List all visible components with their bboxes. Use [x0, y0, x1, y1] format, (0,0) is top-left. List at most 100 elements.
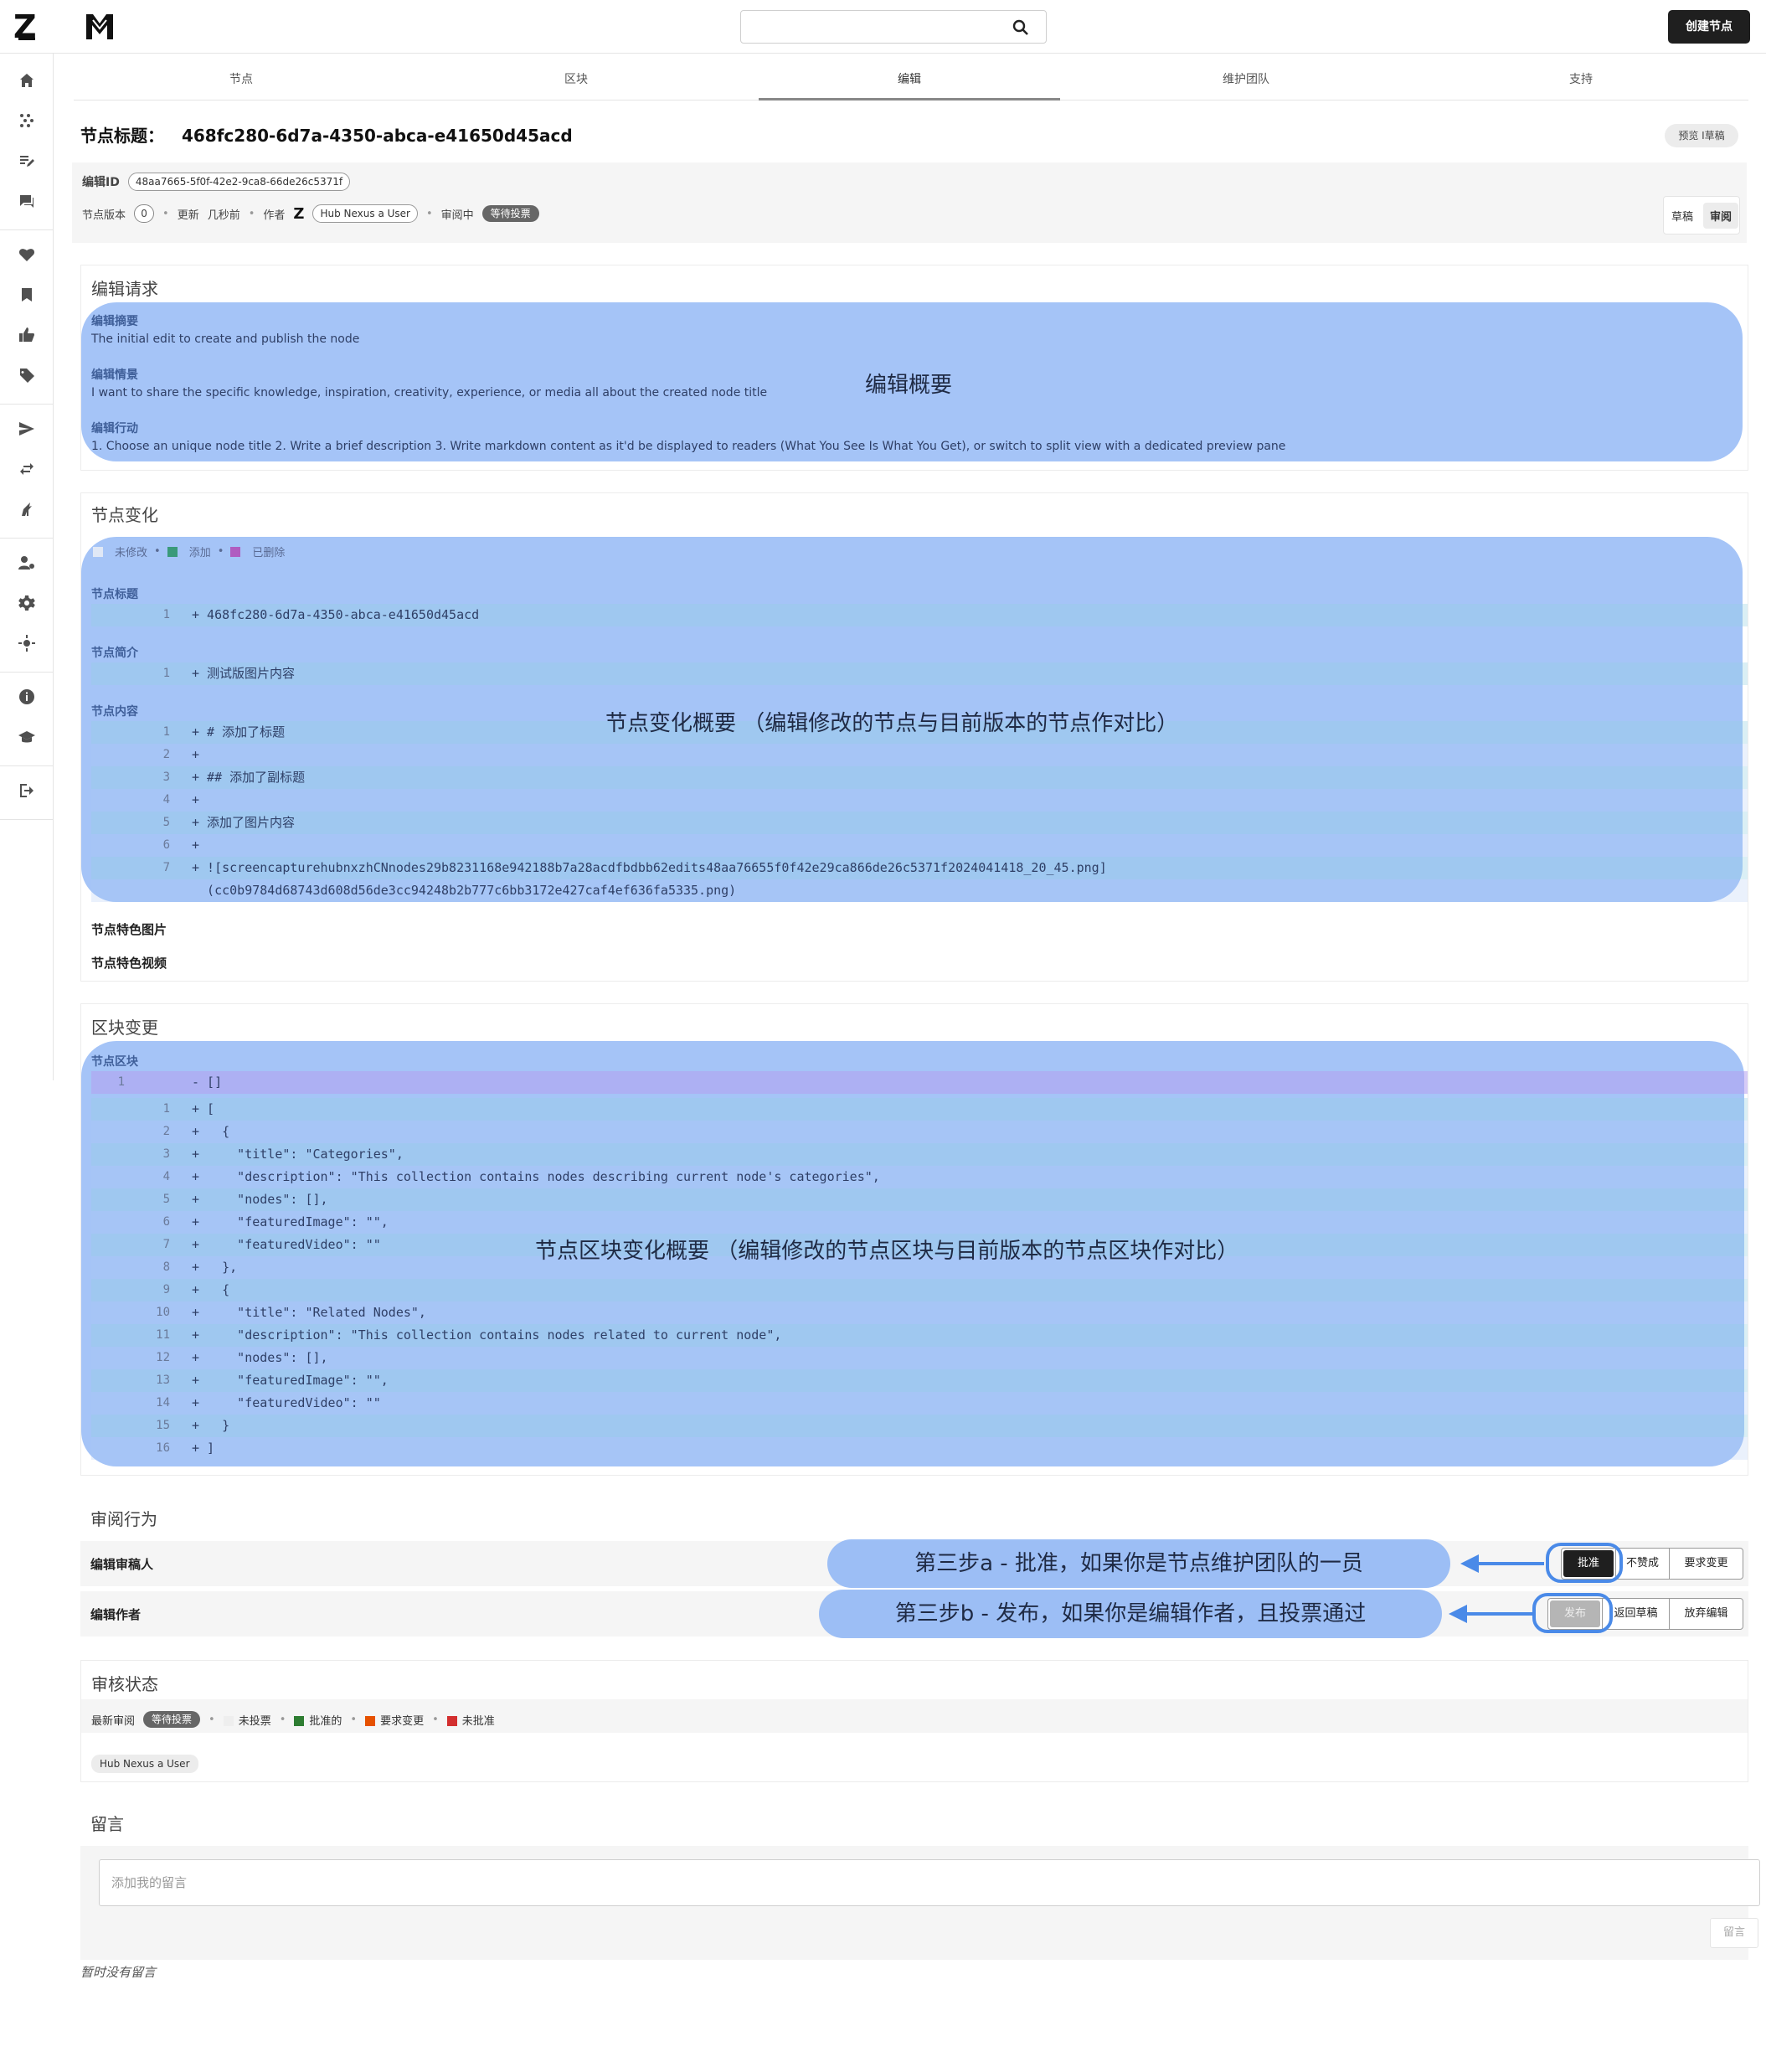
edit-summary-overlay: 编辑摘要 The initial edit to create and publ…	[81, 302, 1743, 461]
line-number: 1	[162, 725, 170, 739]
approve-highlight-ring	[1546, 1543, 1623, 1583]
logout-icon[interactable]	[17, 781, 37, 801]
diff-row: 4 +	[91, 789, 1748, 812]
diff-line-text: + "featuredVideo": ""	[192, 1237, 381, 1252]
version-value: 0	[134, 204, 155, 223]
sidebar	[0, 54, 54, 1080]
action-text: 1. Choose an unique node title 2. Write …	[91, 440, 1286, 453]
line-number: 4	[162, 1170, 170, 1183]
featured-image-label: 节点特色图片	[91, 922, 167, 937]
graduation-cap-icon[interactable]	[17, 727, 37, 747]
top-bar: Z 创建节点	[0, 0, 1766, 54]
diff-line-text: +	[192, 838, 200, 853]
updated-label: 更新	[177, 209, 199, 222]
edit-id-row: 编辑ID 48aa7665-5f0f-42e2-9ca8-66de26c5371…	[82, 173, 351, 191]
search-input[interactable]	[740, 10, 1047, 44]
diff-line-text: + [	[192, 1101, 215, 1116]
tab-edits[interactable]: 编辑	[759, 62, 1060, 101]
review-status-card: 审核状态 最新审阅 等待投票 • 未投票 • 批准的 • 要求变更 • 未批准 …	[80, 1660, 1748, 1782]
reviewer-chip[interactable]: Hub Nexus a User	[91, 1755, 198, 1773]
edit-list-icon[interactable]	[17, 151, 37, 171]
tab-maintainers[interactable]: 维护团队	[1079, 62, 1413, 101]
step3a-arrow	[1460, 1554, 1544, 1573]
request-changes-button[interactable]: 要求变更	[1669, 1549, 1743, 1579]
line-number: 7	[162, 1238, 170, 1251]
sidebar-divider	[0, 229, 54, 230]
tab-support[interactable]: 支持	[1413, 62, 1748, 101]
diff-content-label: 节点内容	[91, 705, 138, 719]
diff-row: 5 + "nodes": [],	[91, 1188, 1748, 1211]
info-icon[interactable]	[17, 687, 37, 707]
edit-meta-row: 节点版本 0 • 更新 几秒前 • 作者 Z Hub Nexus a User …	[82, 204, 539, 223]
line-number: 7	[162, 861, 170, 874]
send-icon[interactable]	[17, 419, 37, 439]
diff-line-text: + 测试版图片内容	[192, 666, 296, 681]
home-icon[interactable]	[17, 70, 37, 90]
diff-line-text: (cc0b9784d68743d608d56de3cc94248b2b777c6…	[192, 883, 737, 898]
line-number: 5	[162, 816, 170, 829]
diff-legend: 未修改 • 添加 • 已删除	[93, 544, 285, 559]
step3b-arrow	[1449, 1605, 1532, 1623]
diff-line-text: + {	[192, 1124, 230, 1139]
diff-row: 4 + "description": "This collection conta…	[91, 1166, 1748, 1188]
discard-edit-button[interactable]: 放弃编辑	[1669, 1599, 1743, 1629]
diff-row: 2 + {	[91, 1121, 1748, 1143]
status-label: 审阅中	[440, 209, 474, 222]
disapprove-button[interactable]: 不赞成	[1615, 1549, 1669, 1579]
line-number: 1	[162, 1102, 170, 1116]
diff-line-text: - []	[192, 1075, 223, 1090]
heart-icon[interactable]	[17, 245, 37, 265]
chat-icon[interactable]	[17, 191, 37, 211]
tab-node[interactable]: 节点	[74, 62, 409, 101]
action-label: 编辑行动	[91, 422, 138, 436]
tab-blocks[interactable]: 区块	[409, 62, 744, 101]
author-name[interactable]: Hub Nexus a User	[312, 204, 418, 223]
dragon-icon[interactable]	[17, 499, 37, 519]
diff-line-text: + },	[192, 1260, 238, 1275]
bowtie-logo-icon[interactable]	[84, 12, 116, 42]
search-icon[interactable]	[1012, 19, 1029, 36]
comment-input[interactable]: 添加我的留言	[99, 1859, 1760, 1906]
diff-row: 6 +	[91, 834, 1748, 857]
tab-bar: 节点 区块 编辑 维护团队 支持	[74, 62, 1748, 101]
network-icon[interactable]	[17, 111, 37, 131]
diff-line-text: + "nodes": [],	[192, 1350, 328, 1365]
reviewer-row: 编辑审稿人 第三步a - 批准，如果你是节点维护团队的一员 批准 不赞成 要求变…	[80, 1539, 1748, 1588]
step3b-callout: 第三步b - 发布，如果你是编辑作者，且投票通过	[819, 1590, 1442, 1638]
user-settings-icon[interactable]	[17, 553, 37, 573]
review-actions-title: 审阅行为	[90, 1509, 157, 1529]
node-changes-overlay: 未修改 • 添加 • 已删除 节点标题 1 + 468fc280-6d7a-4350-…	[81, 537, 1748, 902]
diff-row: 13 + "featuredImage": "",	[91, 1369, 1748, 1392]
scenario-text: I want to share the specific knowledge, …	[91, 386, 768, 399]
diff-row: 9 + {	[91, 1279, 1748, 1301]
edit-request-title: 编辑请求	[91, 279, 158, 299]
comment-submit-button[interactable]: 留言	[1710, 1918, 1758, 1948]
line-number: 15	[156, 1419, 170, 1432]
diff-row: 1 + [	[91, 1098, 1748, 1121]
legend-approved: 批准的	[309, 1714, 342, 1728]
mode-draft-button[interactable]: 草稿	[1665, 203, 1700, 229]
blocks-label: 节点区块	[91, 1055, 138, 1069]
node-changes-title: 节点变化	[91, 505, 158, 525]
version-label: 节点版本	[82, 209, 126, 222]
node-title: 节点标题： 468fc280-6d7a-4350-abca-e41650d45a…	[80, 122, 573, 147]
sun-icon[interactable]	[17, 633, 37, 653]
diff-row: 16 + ]	[91, 1437, 1748, 1460]
gear-icon[interactable]	[17, 593, 37, 613]
mode-review-button[interactable]: 审阅	[1703, 202, 1739, 229]
bookmark-icon[interactable]	[17, 285, 37, 305]
thumbs-up-icon[interactable]	[17, 325, 37, 345]
create-node-button[interactable]: 创建节点	[1668, 10, 1750, 44]
preview-draft-button[interactable]: 预览 I草稿	[1665, 124, 1738, 147]
swap-icon[interactable]	[17, 459, 37, 479]
no-comments-text: 暂时没有留言	[80, 1965, 157, 1980]
legend-not-voted: 未投票	[238, 1714, 271, 1728]
z-logo[interactable]: Z	[13, 10, 40, 44]
author-row-label: 编辑作者	[90, 1607, 142, 1622]
summary-label: 编辑摘要	[91, 315, 138, 328]
diff-row: 1 + 468fc280-6d7a-4350-abca-e41650d45acd	[91, 604, 1748, 626]
step3a-callout: 第三步a - 批准，如果你是节点维护团队的一员	[827, 1539, 1450, 1588]
latest-review-badge: 等待投票	[143, 1711, 201, 1728]
tag-icon[interactable]	[17, 365, 37, 385]
block-changes-card: 区块变更 节点区块 1 - [] 1 + [2 + {3 + "title": "Ca…	[80, 1003, 1748, 1476]
